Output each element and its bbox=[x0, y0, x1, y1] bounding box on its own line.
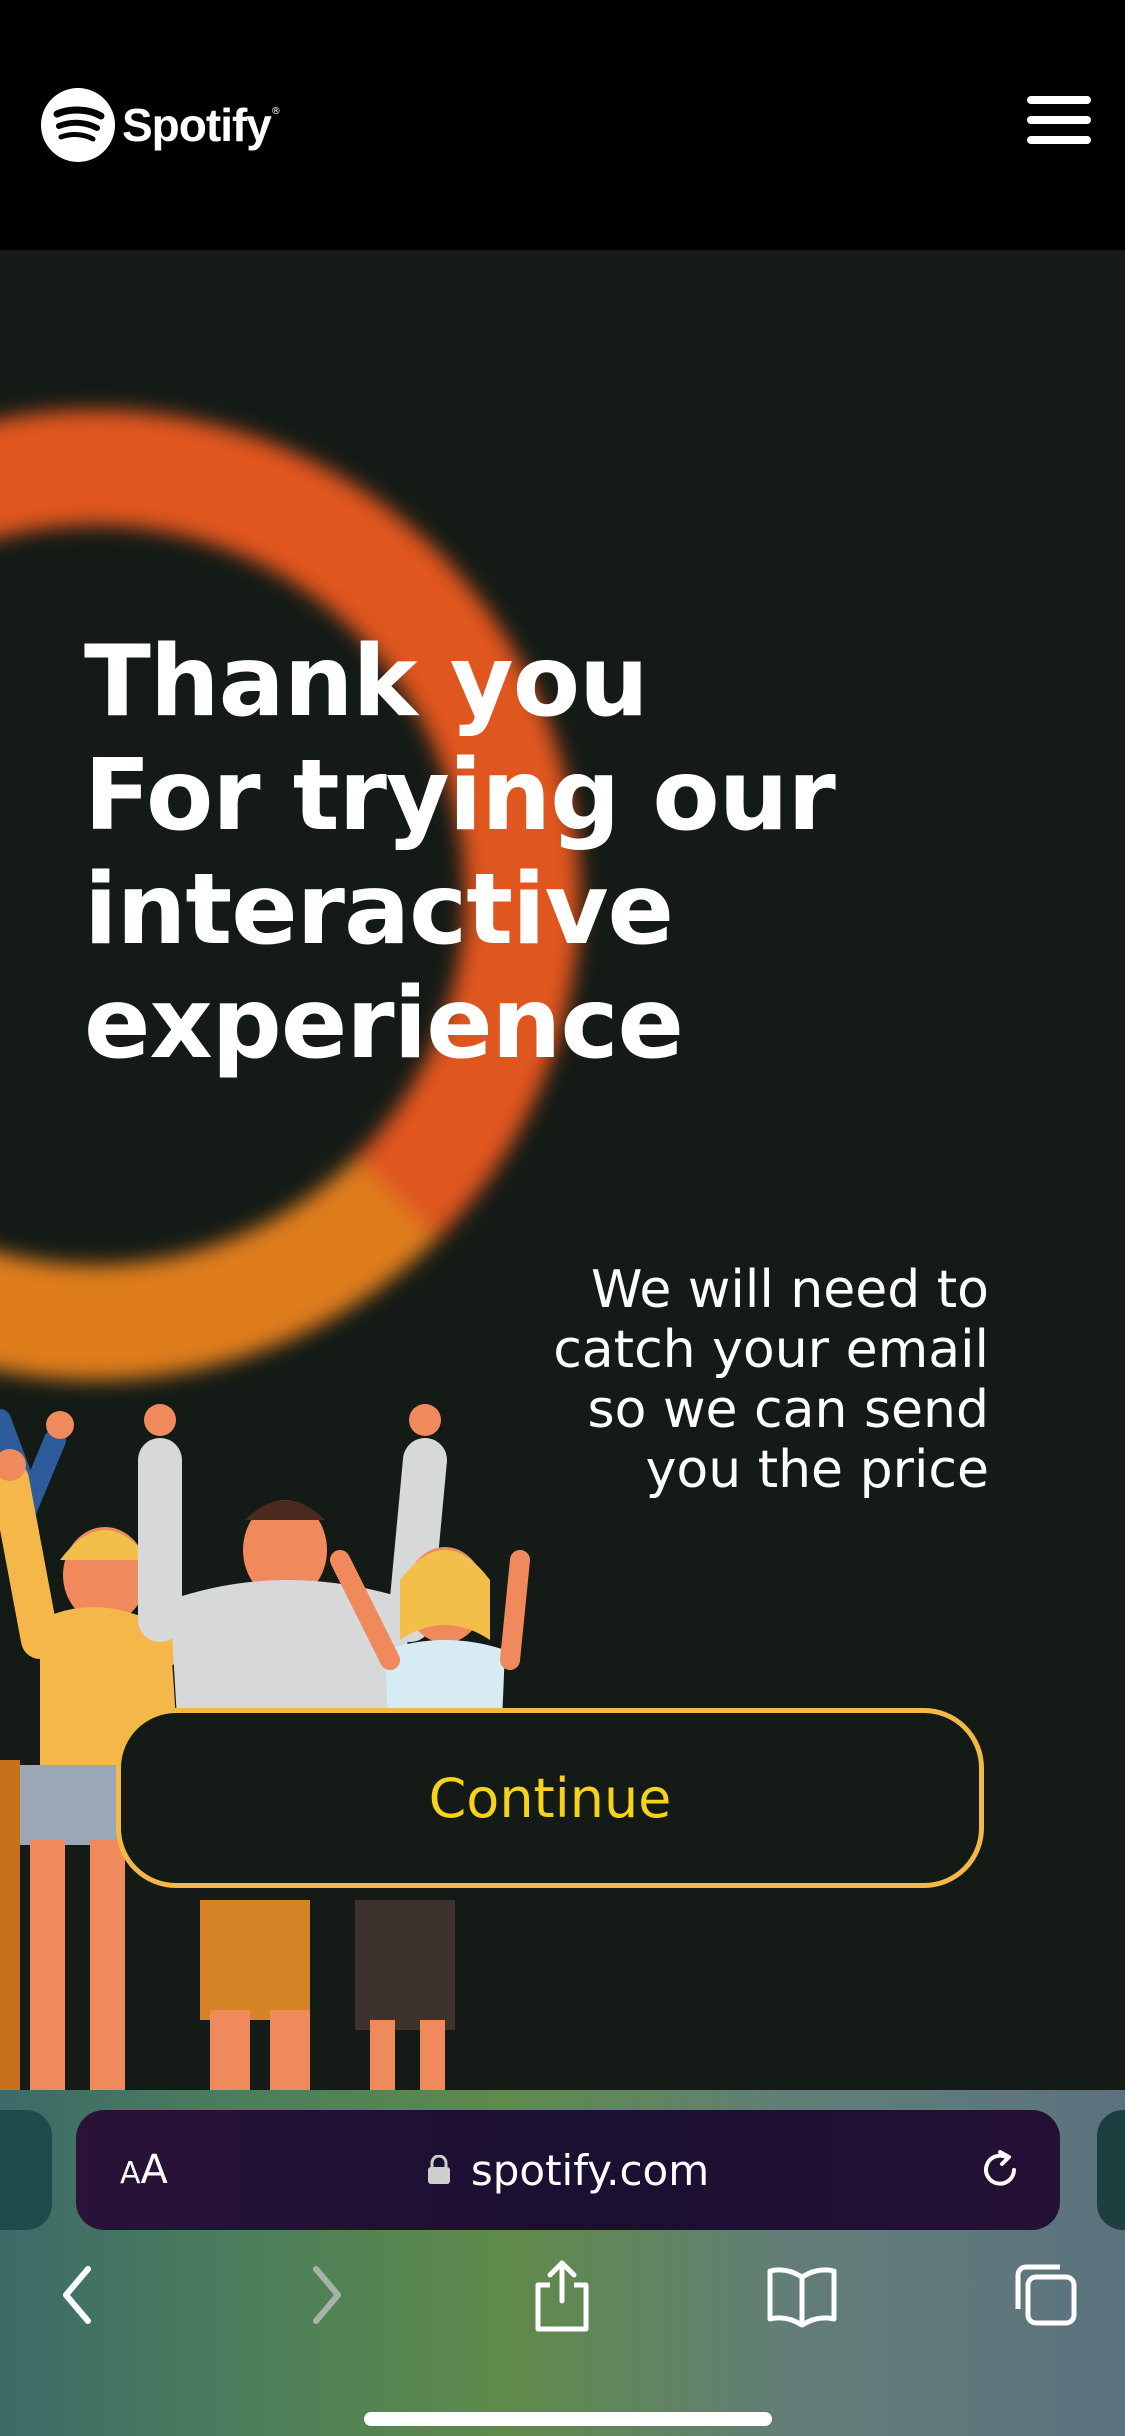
brand-name: Spotify bbox=[122, 99, 272, 151]
headline-line: For trying our bbox=[84, 739, 836, 853]
continue-button[interactable]: Continue bbox=[116, 1708, 984, 1888]
hamburger-menu-icon[interactable] bbox=[1027, 96, 1091, 152]
spotify-logo-icon bbox=[41, 88, 115, 162]
tabs-icon[interactable] bbox=[1006, 2255, 1086, 2335]
headline-line: experience bbox=[84, 967, 684, 1081]
url-display[interactable]: spotify.com bbox=[76, 2146, 1060, 2195]
forward-chevron-icon[interactable] bbox=[284, 2255, 364, 2335]
url-text: spotify.com bbox=[470, 2145, 710, 2195]
browser-toolbar: AA spotify.com bbox=[0, 2090, 1125, 2436]
share-icon[interactable] bbox=[522, 2255, 602, 2335]
page-headline: Thank you For trying our interactive exp… bbox=[84, 625, 1084, 1081]
subtext-line: catch your email bbox=[553, 1320, 989, 1380]
browser-nav-row bbox=[0, 2255, 1125, 2355]
spotify-logo[interactable]: Spotify ® bbox=[40, 85, 281, 165]
address-bar[interactable]: AA spotify.com bbox=[76, 2110, 1060, 2230]
main-content: Thank you For trying our interactive exp… bbox=[0, 250, 1125, 2090]
back-chevron-icon[interactable] bbox=[40, 2255, 120, 2335]
subtext-line: We will need to bbox=[591, 1260, 989, 1320]
next-tab-preview[interactable] bbox=[1097, 2110, 1125, 2230]
lock-icon bbox=[427, 2155, 450, 2184]
registered-mark: ® bbox=[270, 105, 281, 117]
previous-tab-preview[interactable] bbox=[0, 2110, 52, 2230]
home-indicator[interactable] bbox=[364, 2412, 772, 2426]
bookmarks-book-icon[interactable] bbox=[762, 2255, 842, 2335]
top-header: Spotify ® bbox=[0, 0, 1125, 250]
headline-line: Thank you bbox=[84, 625, 649, 739]
reload-icon[interactable] bbox=[976, 2146, 1024, 2194]
headline-line: interactive bbox=[84, 853, 674, 967]
